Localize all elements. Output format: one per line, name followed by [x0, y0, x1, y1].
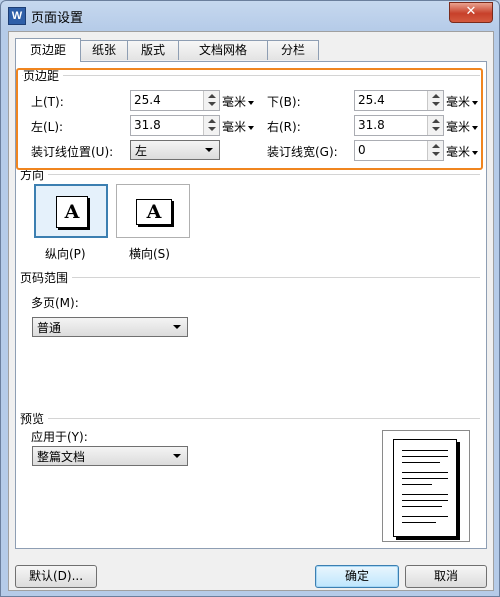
preview-text-line — [402, 456, 448, 457]
page-setup-dialog: W 页面设置 ✕ 页边距 纸张 版式 文档网格 分栏 页边距 上(T): 25.… — [0, 0, 500, 597]
wps-writer-icon: W — [8, 7, 26, 25]
ok-button[interactable]: 确定 — [315, 565, 399, 588]
orientation-divider — [22, 174, 480, 175]
preview-text-line — [402, 516, 448, 517]
portrait-label: 纵向(P) — [45, 247, 86, 261]
landscape-label: 横向(S) — [129, 247, 170, 261]
cancel-button[interactable]: 取消 — [405, 565, 487, 588]
apply-to-label: 应用于(Y): — [31, 430, 88, 444]
tab-layout[interactable]: 版式 — [127, 40, 179, 60]
preview-text-line — [402, 494, 448, 495]
preview-page-thumbnail — [393, 439, 457, 537]
preview-text-line — [402, 506, 442, 507]
multiple-pages-label: 多页(M): — [31, 296, 79, 310]
close-button[interactable]: ✕ — [449, 2, 493, 23]
multiple-pages-select[interactable]: 普通 — [32, 317, 188, 337]
apply-to-select[interactable]: 整篇文档 — [32, 446, 188, 466]
preview-divider — [22, 418, 480, 419]
tab-document-grid[interactable]: 文档网格 — [178, 40, 268, 60]
default-button[interactable]: 默认(D)... — [15, 565, 97, 588]
page-preview — [382, 430, 470, 542]
margins-highlight-box — [16, 68, 483, 170]
chevron-down-icon — [173, 325, 181, 329]
preview-section-title: 预览 — [20, 410, 49, 427]
preview-text-line — [402, 500, 448, 501]
chevron-down-icon — [173, 454, 181, 458]
preview-text-line — [402, 478, 448, 479]
title-bar: W 页面设置 ✕ — [1, 1, 499, 31]
preview-text-line — [402, 450, 448, 451]
preview-text-line — [402, 472, 448, 473]
preview-text-line — [402, 522, 436, 523]
pages-divider — [22, 277, 480, 278]
pages-section-title: 页码范围 — [20, 269, 73, 286]
tab-margins[interactable]: 页边距 — [15, 38, 81, 62]
preview-text-line — [402, 462, 440, 463]
window-title: 页面设置 — [31, 11, 84, 26]
apply-to-value: 整篇文档 — [37, 450, 86, 464]
portrait-page-icon: A — [56, 196, 88, 228]
landscape-button[interactable]: A — [116, 184, 190, 238]
landscape-page-icon: A — [136, 199, 172, 225]
portrait-button[interactable]: A — [34, 184, 108, 238]
multiple-pages-value: 普通 — [37, 321, 62, 335]
preview-text-line — [402, 484, 432, 485]
tab-paper[interactable]: 纸张 — [80, 40, 128, 60]
tab-columns[interactable]: 分栏 — [267, 40, 319, 60]
